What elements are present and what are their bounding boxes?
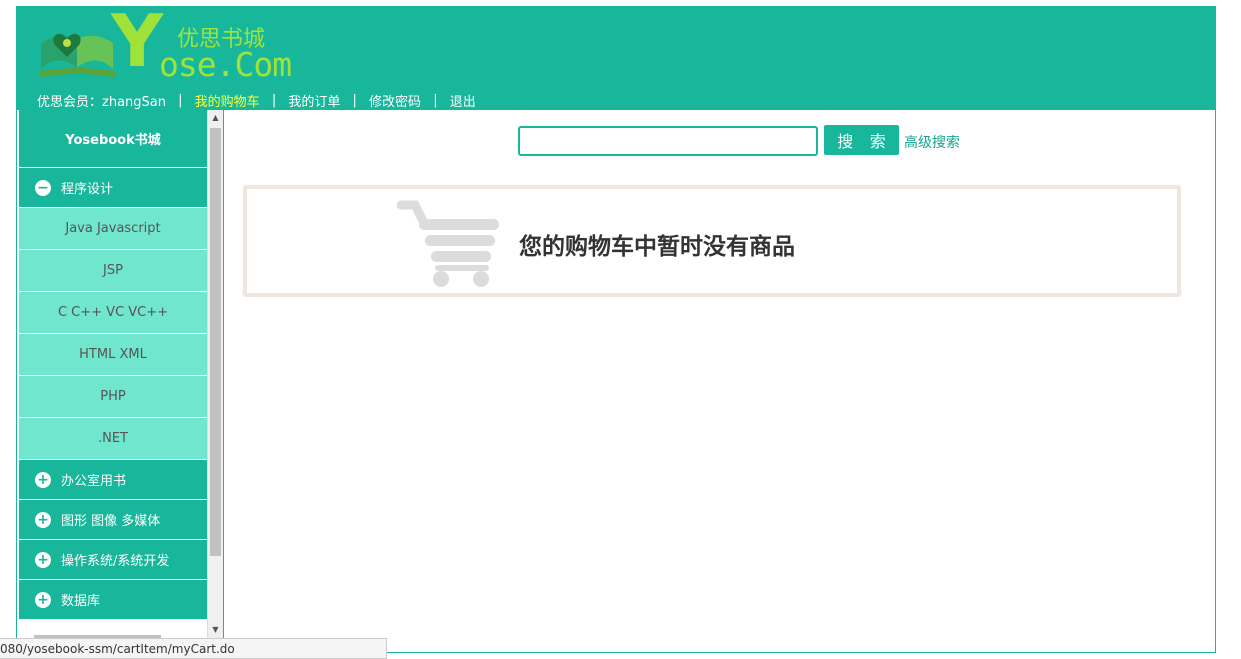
- logo[interactable]: Y 优思书城 ose.Com: [37, 5, 292, 84]
- advanced-search-link[interactable]: 高级搜索: [904, 132, 960, 152]
- sidebar-title[interactable]: Yosebook书城: [19, 110, 207, 168]
- subcategory-item[interactable]: HTML XML: [19, 334, 207, 376]
- category-programming[interactable]: − 程序设计: [19, 168, 207, 208]
- category-label: 办公室用书: [61, 474, 127, 489]
- category-label: 数据库: [61, 594, 101, 609]
- plus-circle-icon: +: [35, 511, 51, 528]
- plus-circle-icon: +: [35, 591, 51, 608]
- subcategory-item[interactable]: Java Javascript: [19, 208, 207, 250]
- category-label: 图形 图像 多媒体: [61, 514, 161, 529]
- category-os[interactable]: + 操作系统/系统开发: [19, 540, 207, 580]
- browser-status-bar: 080/yosebook-ssm/cartItem/myCart.do: [0, 638, 387, 659]
- empty-cart-message: 您的购物车中暂时没有商品: [519, 234, 795, 260]
- nav-separator: |: [178, 93, 183, 108]
- shopping-cart-icon: [397, 200, 499, 287]
- book-heart-logo-icon: [39, 33, 115, 77]
- nav-separator: |: [352, 93, 357, 108]
- subcategory-item[interactable]: PHP: [19, 376, 207, 418]
- category-database[interactable]: + 数据库: [19, 580, 207, 620]
- empty-cart-panel: 您的购物车中暂时没有商品: [243, 185, 1181, 297]
- subcategory-item[interactable]: JSP: [19, 250, 207, 292]
- plus-circle-icon: +: [35, 471, 51, 488]
- scroll-down-arrow-icon[interactable]: ▼: [208, 622, 223, 638]
- category-office[interactable]: + 办公室用书: [19, 460, 207, 500]
- header: Y 优思书城 ose.Com 优思会员：zhangSan | 我的购物车 | 我…: [17, 5, 1215, 110]
- subcategory-item[interactable]: .NET: [19, 418, 207, 460]
- category-graphics[interactable]: + 图形 图像 多媒体: [19, 500, 207, 540]
- page-frame: Y 优思书城 ose.Com 优思会员：zhangSan | 我的购物车 | 我…: [16, 5, 1216, 653]
- logout-link[interactable]: 退出: [450, 91, 476, 110]
- top-nav: 优思会员：zhangSan | 我的购物车 | 我的订单 | 修改密码 | 退出: [37, 91, 476, 110]
- scrollbar-thumb[interactable]: [210, 128, 221, 556]
- sidebar-scrollbar[interactable]: ▲ ▼: [207, 110, 223, 638]
- logo-brand: ose.Com: [159, 45, 292, 84]
- nav-separator: |: [271, 93, 277, 108]
- scroll-up-arrow-icon[interactable]: ▲: [208, 110, 223, 126]
- divider: [223, 110, 224, 652]
- change-password-link[interactable]: 修改密码: [369, 91, 421, 110]
- subcategory-item[interactable]: C C++ VC VC++: [19, 292, 207, 334]
- logo-initial: Y: [111, 0, 164, 83]
- my-cart-link[interactable]: 我的购物车: [195, 91, 260, 110]
- category-sidebar: Yosebook书城 − 程序设计 Java Javascript JSP C …: [19, 110, 207, 638]
- minus-circle-icon: −: [35, 179, 51, 196]
- search-button[interactable]: 搜 索: [824, 125, 899, 155]
- my-orders-link[interactable]: 我的订单: [288, 91, 340, 110]
- plus-circle-icon: +: [35, 551, 51, 568]
- search-input[interactable]: [518, 126, 818, 156]
- member-label: 优思会员：zhangSan: [37, 95, 166, 110]
- nav-separator: |: [433, 93, 438, 108]
- category-label: 操作系统/系统开发: [61, 554, 170, 569]
- category-label: 程序设计: [61, 182, 114, 197]
